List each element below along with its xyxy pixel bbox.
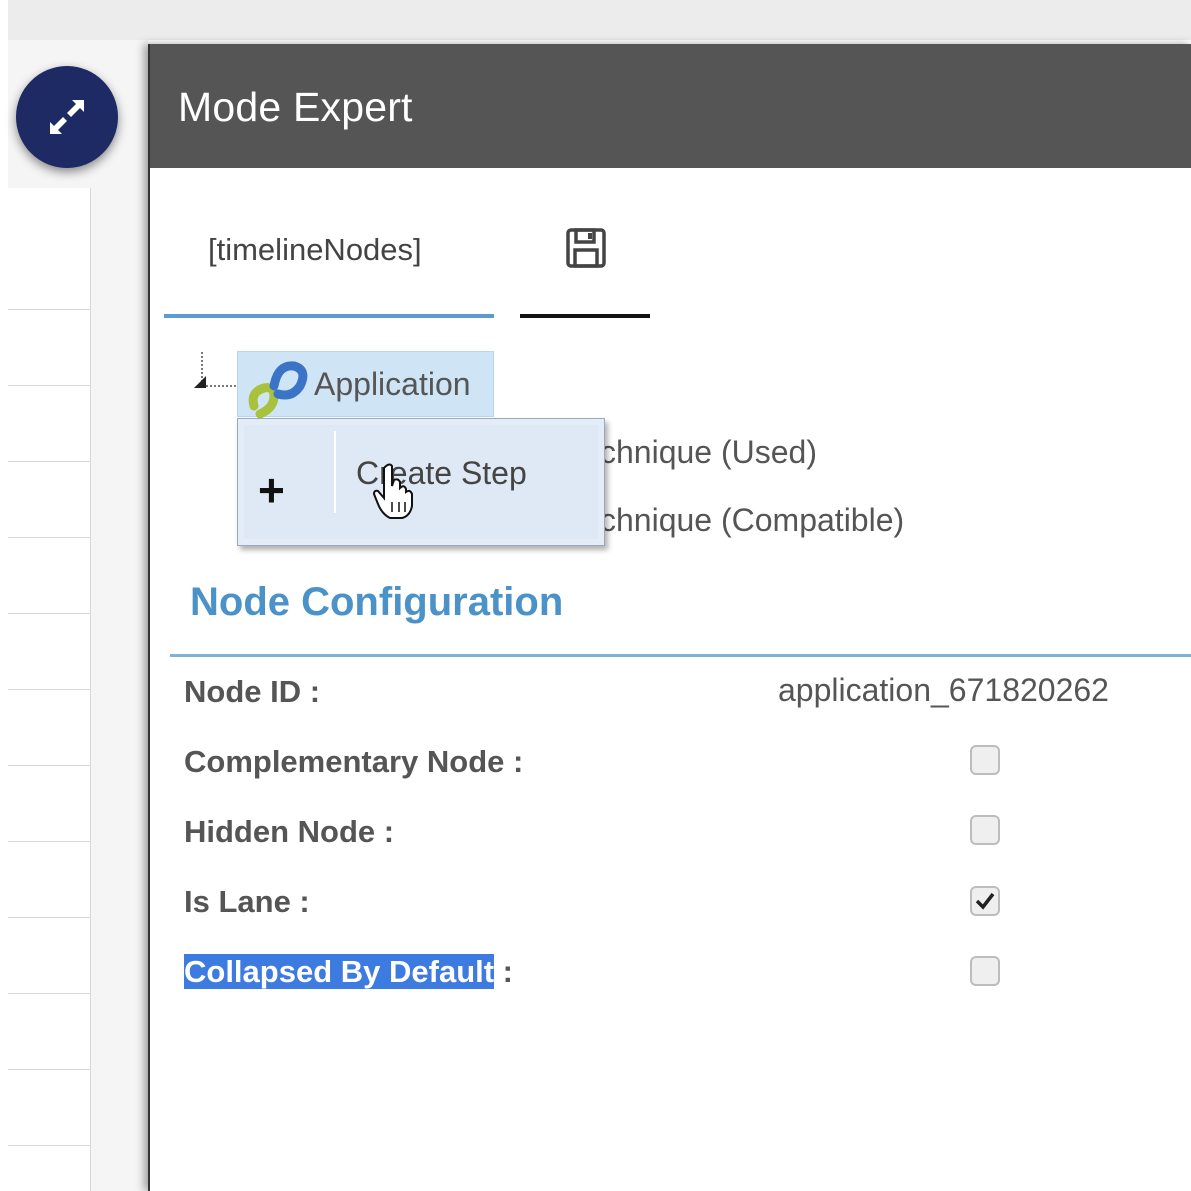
selected-text: Collapsed By Default [184, 954, 495, 989]
checkmark-icon [975, 892, 995, 910]
node-id-label: Node ID : [184, 674, 321, 709]
tree-item-technique-compatible[interactable]: chnique (Compatible) [600, 502, 904, 539]
label-suffix: : [494, 954, 513, 989]
complementary-node-label: Complementary Node : [184, 744, 524, 779]
complementary-node-checkbox[interactable] [970, 745, 1000, 775]
section-divider [170, 654, 1191, 657]
list-item [8, 766, 90, 842]
dialog-title: Mode Expert [178, 84, 413, 130]
background-list [8, 188, 91, 1191]
is-lane-label: Is Lane : [184, 884, 310, 919]
hidden-node-label: Hidden Node : [184, 814, 395, 849]
plus-icon: + [258, 464, 285, 516]
hidden-node-checkbox[interactable] [970, 815, 1000, 845]
tree-node-application[interactable]: Application [237, 351, 494, 419]
tree-node-label: Application [314, 366, 471, 402]
top-strip [0, 0, 1191, 40]
expand-button[interactable] [16, 66, 118, 168]
list-item [8, 918, 90, 994]
menu-separator [334, 431, 336, 513]
left-edge [0, 0, 8, 1191]
tab-timeline-nodes[interactable]: [timelineNodes] [208, 232, 422, 268]
create-step-menu-item[interactable]: + Create Step [244, 425, 598, 539]
save-icon[interactable] [563, 226, 609, 270]
list-item [8, 842, 90, 918]
list-item [8, 538, 90, 614]
tree-connector-icon [194, 352, 238, 388]
list-item [8, 462, 90, 538]
hand-cursor-icon [372, 463, 413, 519]
context-menu: + Create Step [237, 418, 605, 546]
list-item [8, 994, 90, 1070]
tab-indicator [520, 314, 650, 318]
node-configuration-title: Node Configuration [190, 580, 564, 624]
list-item [8, 1070, 90, 1146]
list-item [8, 614, 90, 690]
collapsed-by-default-label: Collapsed By Default : [184, 954, 513, 990]
dialog-header: Mode Expert [150, 44, 1191, 168]
expand-icon [50, 100, 84, 134]
tab-active-indicator [164, 314, 494, 318]
node-id-value: application_671820262 [778, 672, 1109, 708]
link-chain-icon [248, 361, 308, 419]
is-lane-checkbox[interactable] [970, 886, 1000, 916]
tree-item-technique-used[interactable]: chnique (Used) [600, 434, 817, 471]
collapsed-by-default-checkbox[interactable] [970, 956, 1000, 986]
list-item [8, 188, 90, 310]
list-item [8, 690, 90, 766]
list-item [8, 386, 90, 462]
list-item [8, 310, 90, 386]
